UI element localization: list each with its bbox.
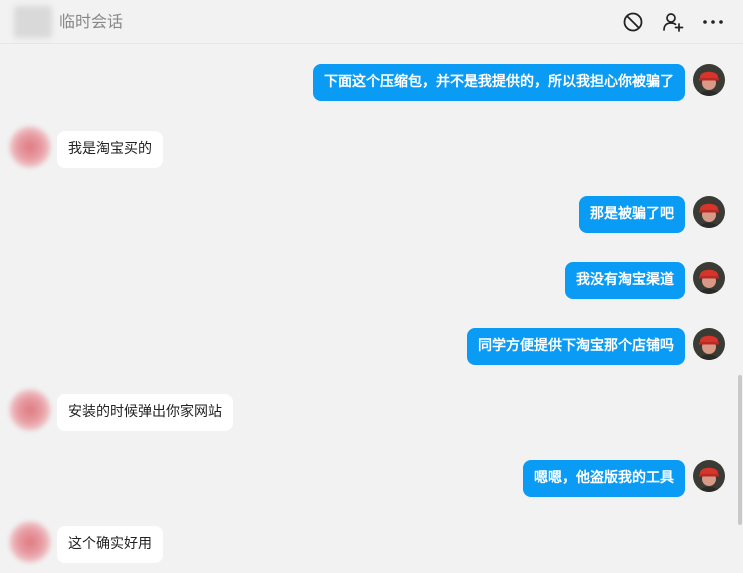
my-message-bubble[interactable]: 我没有淘宝渠道	[565, 262, 685, 299]
my-message-bubble[interactable]: 下面这个压缩包，并不是我提供的，所以我担心你被骗了	[313, 64, 685, 101]
my-avatar[interactable]	[693, 328, 725, 360]
more-icon	[703, 20, 723, 24]
my-avatar-image	[693, 460, 725, 492]
scrollbar[interactable]	[737, 45, 743, 573]
my-avatar[interactable]	[693, 64, 725, 96]
add-friend-button[interactable]	[662, 11, 684, 33]
add-friend-icon	[663, 13, 684, 32]
my-avatar[interactable]	[693, 262, 725, 294]
chat-title: 临时会话	[59, 12, 124, 31]
contact-message-avatar[interactable]	[9, 389, 51, 431]
contact-message-bubble[interactable]: 这个确实好用	[57, 526, 163, 563]
contact-message-avatar[interactable]	[9, 521, 51, 563]
my-avatar-image	[693, 64, 725, 96]
my-avatar-image	[693, 196, 725, 228]
contact-message-bubble[interactable]: 安装的时候弹出你家网站	[57, 394, 233, 431]
chat-header: 临时会话	[0, 0, 743, 44]
my-avatar[interactable]	[693, 196, 725, 228]
my-message-bubble[interactable]: 嗯嗯，他盗版我的工具	[523, 460, 685, 497]
message-list[interactable]: 下面这个压缩包，并不是我提供的，所以我担心你被骗了 我是淘宝买的 那是被骗了吧	[0, 45, 743, 573]
chat-window: 临时会话 下面这个压缩包，并不是我提供的，所以我担心你被骗了 我是淘宝买的 那是…	[0, 0, 743, 573]
my-avatar-image	[693, 262, 725, 294]
contact-message-bubble[interactable]: 我是淘宝买的	[57, 131, 163, 168]
my-avatar[interactable]	[693, 460, 725, 492]
more-button[interactable]	[702, 11, 724, 33]
scrollbar-thumb[interactable]	[738, 375, 742, 525]
contact-message-avatar[interactable]	[9, 126, 51, 168]
block-icon	[623, 12, 643, 32]
contact-avatar[interactable]	[14, 6, 52, 38]
my-message-bubble[interactable]: 那是被骗了吧	[579, 196, 685, 233]
block-button[interactable]	[622, 11, 644, 33]
my-avatar-image	[693, 328, 725, 360]
my-message-bubble[interactable]: 同学方便提供下淘宝那个店铺吗	[467, 328, 685, 365]
